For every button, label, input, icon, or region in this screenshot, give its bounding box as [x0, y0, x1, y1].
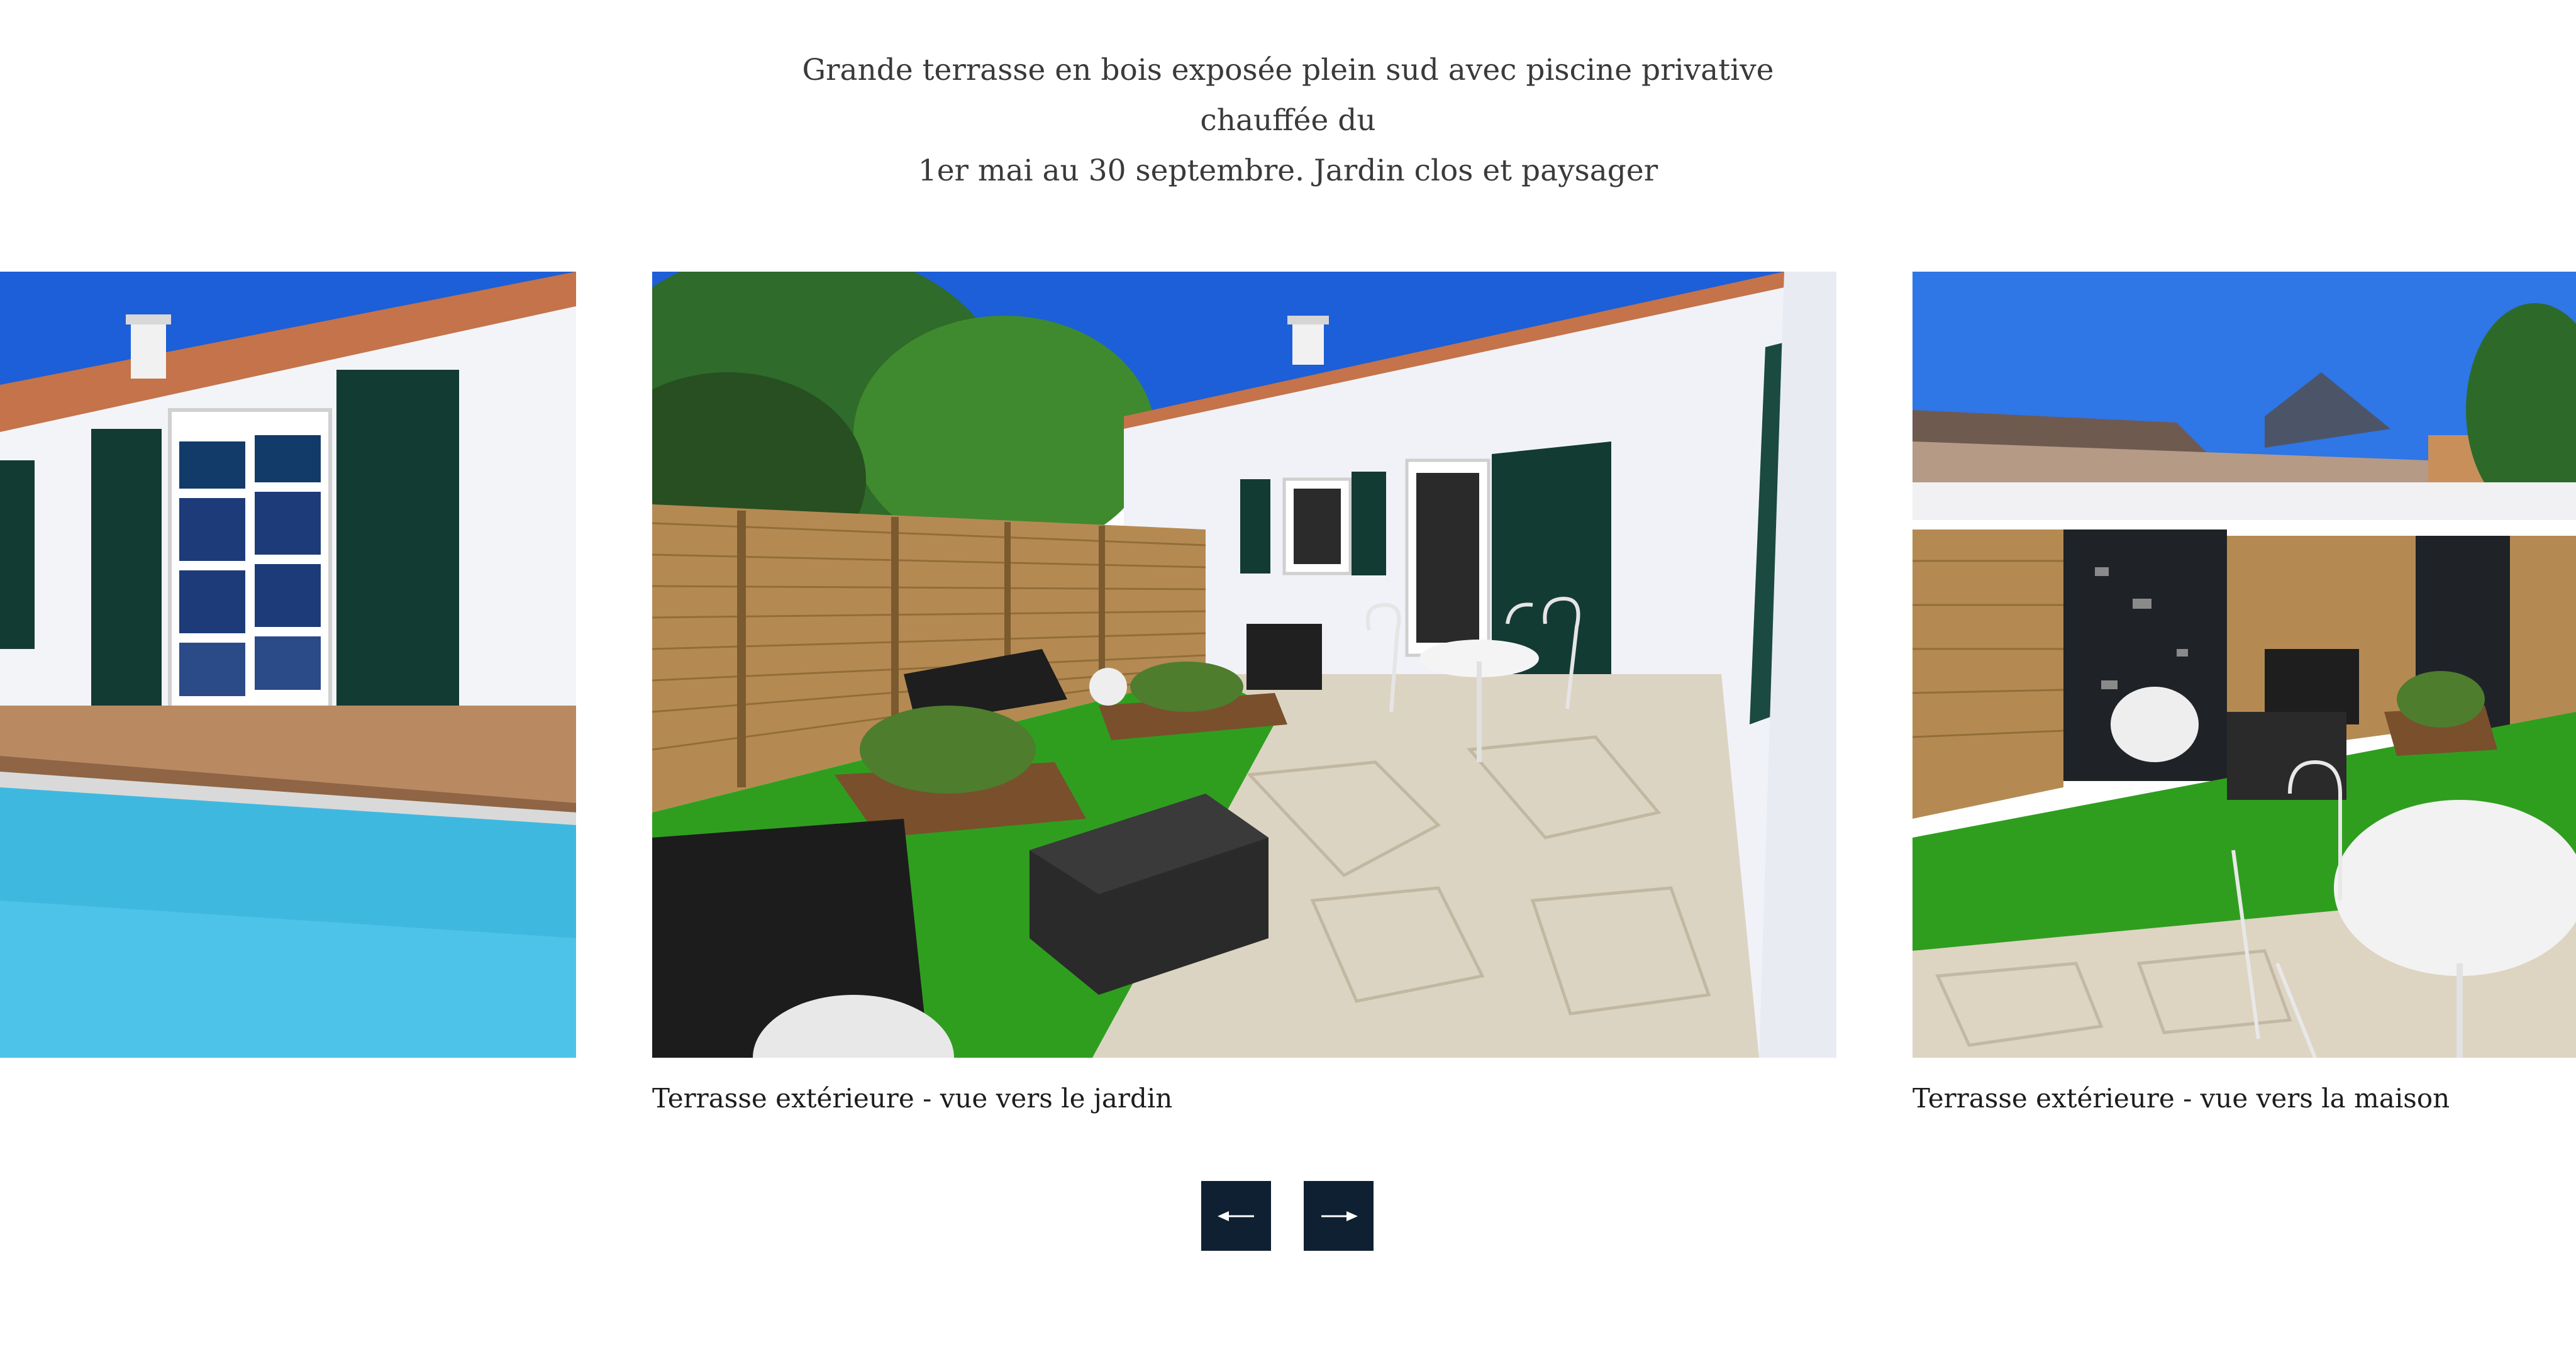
arrow-right-icon	[1320, 1209, 1358, 1224]
carousel-next-button[interactable]	[1304, 1181, 1374, 1251]
slide-photo-terrace-house-view	[1913, 272, 2576, 1058]
intro-line-1: Grande terrasse en bois exposée plein su…	[802, 53, 1774, 138]
arrow-left-icon	[1217, 1209, 1255, 1224]
carousel-prev-button[interactable]	[1201, 1181, 1271, 1251]
slide-photo-pool-facade	[0, 272, 576, 1058]
intro-text: Grande terrasse en bois exposée plein su…	[742, 45, 1834, 196]
slide-caption: Terrasse extérieure - vue vers la maison	[1913, 1083, 2450, 1114]
slide-photo-terrace-garden-view	[652, 272, 1836, 1058]
intro-line-2: 1er mai au 30 septembre. Jardin clos et …	[918, 153, 1658, 188]
photo-carousel: Terrasse extérieure - vue vers le jardin	[0, 272, 2576, 1152]
slide-caption: Terrasse extérieure - vue vers le jardin	[652, 1083, 1173, 1114]
